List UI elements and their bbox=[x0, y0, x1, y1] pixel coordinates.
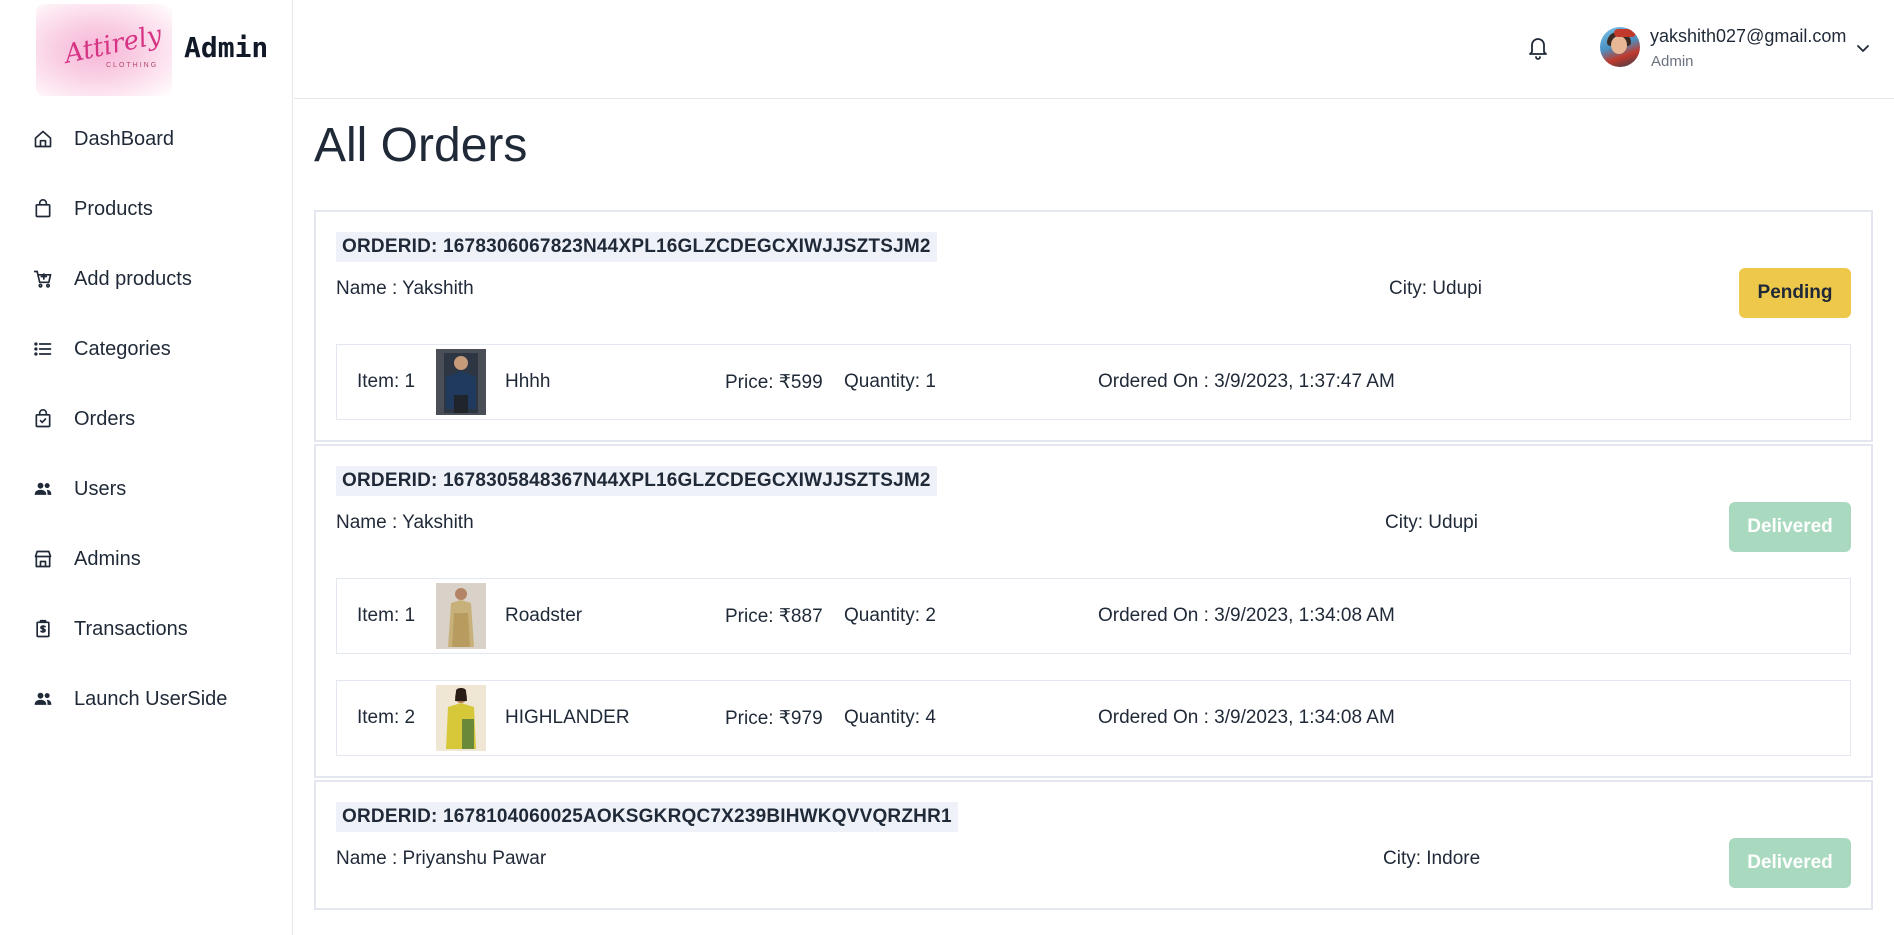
item-number: Item: 1 bbox=[357, 605, 416, 626]
user-role: Admin bbox=[1651, 53, 1694, 70]
sidebar-item-dashboard[interactable]: DashBoard bbox=[0, 104, 293, 174]
sidebar-item-transactions[interactable]: Transactions bbox=[0, 594, 293, 664]
sidebar-item-label: Transactions bbox=[74, 617, 188, 640]
order-id: ORDERID: 1678306067823N44XPL16GLZCDEGCXI… bbox=[336, 232, 937, 262]
product-image bbox=[436, 349, 486, 415]
sidebar-item-products[interactable]: Products bbox=[0, 174, 293, 244]
order-id: ORDERID: 1678305848367N44XPL16GLZCDEGCXI… bbox=[336, 466, 937, 496]
bell-icon[interactable] bbox=[1526, 34, 1550, 60]
status-button[interactable]: Pending bbox=[1739, 268, 1851, 318]
top-header: yakshith027@gmail.com Admin bbox=[294, 0, 1894, 99]
product-name: HIGHLANDER bbox=[505, 707, 630, 728]
customer-name: Name : Yakshith bbox=[336, 512, 474, 533]
item-number: Item: 2 bbox=[357, 707, 416, 728]
sidebar: Attirely CLOTHING Admin DashBoard Produc… bbox=[0, 0, 293, 935]
chevron-down-icon[interactable] bbox=[1855, 40, 1871, 56]
order-card: ORDERID: 1678306067823N44XPL16GLZCDEGCXI… bbox=[314, 210, 1873, 442]
ordered-on: Ordered On : 3/9/2023, 1:37:47 AM bbox=[1098, 371, 1395, 392]
sidebar-item-label: Users bbox=[74, 477, 127, 500]
sidebar-item-admins[interactable]: Admins bbox=[0, 524, 293, 594]
sidebar-item-label: Launch UserSide bbox=[74, 687, 228, 710]
sidebar-item-label: DashBoard bbox=[74, 127, 175, 150]
sidebar-item-categories[interactable]: Categories bbox=[0, 314, 293, 384]
page-title: All Orders bbox=[314, 119, 528, 172]
status-button[interactable]: Delivered bbox=[1729, 838, 1851, 888]
sidebar-item-launch-userside[interactable]: Launch UserSide bbox=[0, 664, 293, 734]
item-quantity: Quantity: 2 bbox=[844, 605, 936, 626]
sidebar-item-label: Add products bbox=[74, 267, 192, 290]
brand-title: Admin bbox=[184, 31, 269, 64]
order-item-row: Item: 2 HIGHLANDER Price: ₹979 Quantity:… bbox=[336, 680, 1851, 756]
order-meta: Name : Yakshith City: Udupi Pending bbox=[336, 262, 1851, 318]
sidebar-item-label: Orders bbox=[74, 407, 136, 430]
order-id: ORDERID: 1678104060025AOKSGKRQC7X239BIHW… bbox=[336, 802, 958, 832]
ordered-on: Ordered On : 3/9/2023, 1:34:08 AM bbox=[1098, 707, 1395, 728]
order-card: ORDERID: 1678104060025AOKSGKRQC7X239BIHW… bbox=[314, 780, 1873, 910]
users-icon bbox=[32, 478, 54, 500]
sidebar-item-label: Categories bbox=[74, 337, 171, 360]
list-icon bbox=[32, 338, 54, 360]
sidebar-item-label: Admins bbox=[74, 547, 141, 570]
ordered-on: Ordered On : 3/9/2023, 1:34:08 AM bbox=[1098, 605, 1395, 626]
store-icon bbox=[32, 548, 54, 570]
order-meta: Name : Priyanshu Pawar City: Indore Deli… bbox=[336, 832, 1851, 888]
logo-subtitle: CLOTHING bbox=[106, 62, 159, 69]
item-price: Price: ₹599 bbox=[725, 372, 823, 393]
product-image bbox=[436, 685, 486, 751]
bag-check-icon bbox=[32, 408, 54, 430]
sidebar-nav: DashBoard Products Add products Categori… bbox=[0, 104, 293, 734]
item-price: Price: ₹887 bbox=[725, 606, 823, 627]
customer-city: City: Udupi bbox=[1385, 512, 1478, 533]
customer-name: Name : Yakshith bbox=[336, 278, 474, 299]
item-quantity: Quantity: 1 bbox=[844, 371, 936, 392]
item-price: Price: ₹979 bbox=[725, 708, 823, 729]
order-item-row: Item: 1 Hhhh Price: ₹599 Quantity: 1 Ord… bbox=[336, 344, 1851, 420]
item-quantity: Quantity: 4 bbox=[844, 707, 936, 728]
product-image bbox=[436, 583, 486, 649]
home-icon bbox=[32, 128, 54, 150]
shopping-bag-icon bbox=[32, 198, 54, 220]
brand[interactable]: Attirely CLOTHING bbox=[36, 4, 176, 96]
sidebar-item-orders[interactable]: Orders bbox=[0, 384, 293, 454]
cart-add-icon bbox=[32, 268, 54, 290]
receipt-icon bbox=[32, 618, 54, 640]
sidebar-item-users[interactable]: Users bbox=[0, 454, 293, 524]
product-name: Hhhh bbox=[505, 371, 551, 392]
user-email[interactable]: yakshith027@gmail.com bbox=[1650, 26, 1846, 47]
customer-city: City: Indore bbox=[1383, 848, 1481, 869]
status-button[interactable]: Delivered bbox=[1729, 502, 1851, 552]
avatar[interactable] bbox=[1600, 27, 1640, 67]
order-card: ORDERID: 1678305848367N44XPL16GLZCDEGCXI… bbox=[314, 444, 1873, 778]
product-name: Roadster bbox=[505, 605, 583, 626]
order-item-row: Item: 1 Roadster Price: ₹887 Quantity: 2… bbox=[336, 578, 1851, 654]
orders-list: ORDERID: 1678306067823N44XPL16GLZCDEGCXI… bbox=[314, 210, 1873, 935]
brand-logo[interactable]: Attirely CLOTHING bbox=[36, 4, 172, 96]
customer-city: City: Udupi bbox=[1389, 278, 1482, 299]
sidebar-item-label: Products bbox=[74, 197, 153, 220]
customer-name: Name : Priyanshu Pawar bbox=[336, 848, 547, 869]
item-number: Item: 1 bbox=[357, 371, 416, 392]
sidebar-item-add-products[interactable]: Add products bbox=[0, 244, 293, 314]
order-meta: Name : Yakshith City: Udupi Delivered bbox=[336, 496, 1851, 552]
users-icon bbox=[32, 688, 54, 710]
